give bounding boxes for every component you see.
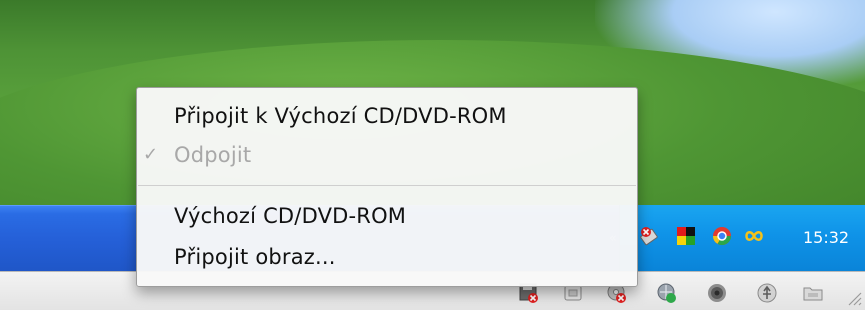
checkmark-icon: ✓ bbox=[143, 144, 159, 165]
menu-item-label: Připojit k Výchozí CD/DVD-ROM bbox=[174, 104, 507, 128]
network-icon[interactable] bbox=[656, 282, 678, 304]
menu-item-connect-image[interactable]: Připojit obraz... bbox=[137, 241, 637, 273]
menu-item-disconnect: ✓ Odpojit bbox=[137, 139, 637, 171]
menu-item-label: Odpojit bbox=[174, 143, 252, 167]
menu-item-connect-default-cd-dvd[interactable]: Připojit k Výchozí CD/DVD-ROM bbox=[137, 100, 637, 132]
cd-dvd-context-menu: Připojit k Výchozí CD/DVD-ROM ✓ Odpojit … bbox=[136, 87, 638, 287]
tray-clock[interactable]: 15:32 bbox=[803, 228, 849, 247]
usb-disconnected-icon[interactable] bbox=[640, 226, 660, 246]
sound-icon[interactable] bbox=[706, 282, 728, 304]
color-flag-icon[interactable] bbox=[676, 226, 696, 246]
resize-grip-icon[interactable] bbox=[846, 288, 862, 306]
menu-item-label: Připojit obraz... bbox=[174, 245, 336, 269]
shared-folder-icon[interactable] bbox=[802, 282, 824, 304]
usb-icon[interactable] bbox=[756, 282, 778, 304]
loop-connectivity-icon[interactable] bbox=[744, 226, 764, 246]
menu-separator bbox=[138, 185, 636, 186]
chrome-browser-icon[interactable] bbox=[712, 226, 732, 246]
menu-item-label: Výchozí CD/DVD-ROM bbox=[174, 204, 407, 228]
menu-item-default-cd-dvd[interactable]: Výchozí CD/DVD-ROM bbox=[137, 200, 637, 232]
